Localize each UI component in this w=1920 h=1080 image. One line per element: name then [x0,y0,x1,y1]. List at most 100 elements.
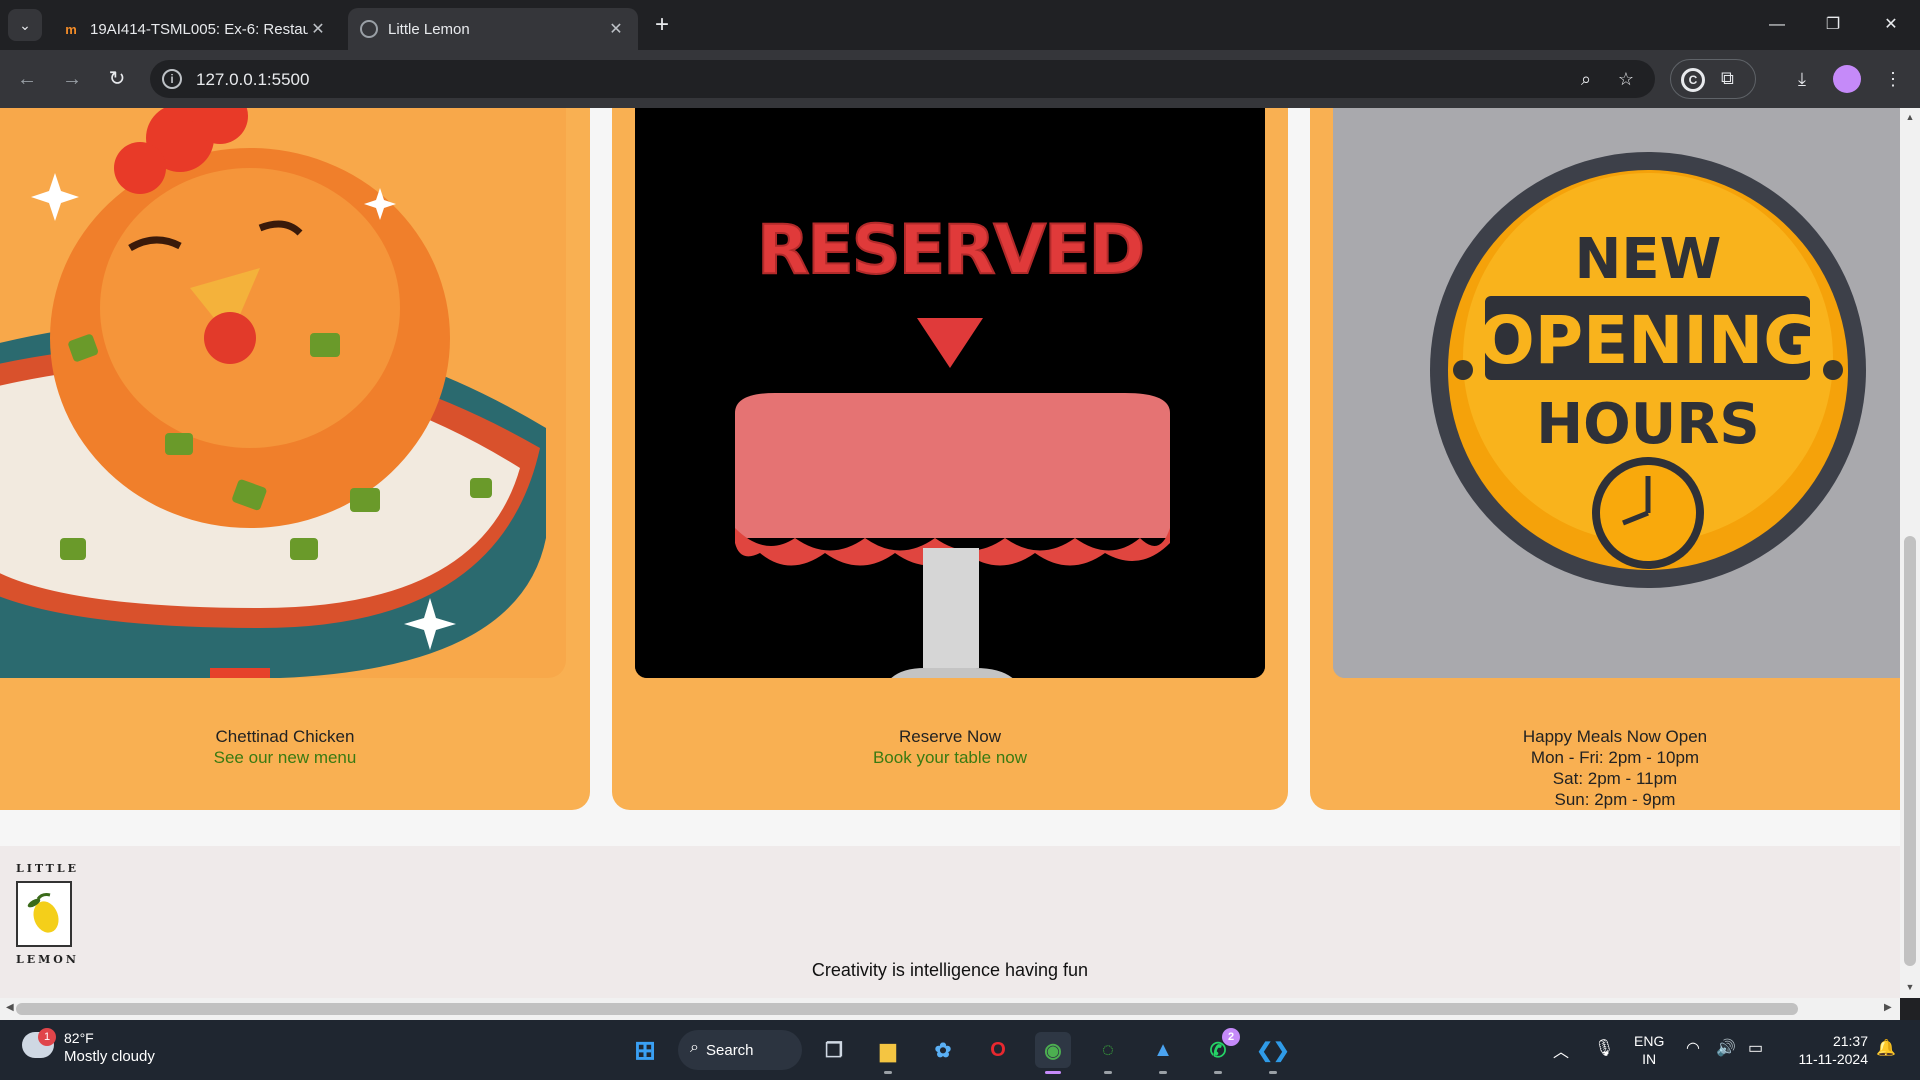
page-viewport: Chettinad Chicken See our new menu RESER… [0,108,1900,998]
chrome-icon[interactable]: ◉ [1035,1032,1071,1074]
tab-moodle[interactable]: m 19AI414-TSML005: Ex-6: Restau ✕ [50,8,340,50]
card-caption: Reserve Now Book your table now [612,726,1288,768]
svg-text:RESERVED: RESERVED [757,211,1143,290]
card-caption: Happy Meals Now Open Mon - Fri: 2pm - 10… [1310,726,1900,810]
card-title: Happy Meals Now Open [1522,727,1708,746]
copilot-icon[interactable]: ✿ [925,1032,961,1068]
see-menu-link[interactable]: See our new menu [0,747,590,768]
book-table-link[interactable]: Book your table now [612,747,1288,768]
chicken-rice-bowl-image [0,108,566,678]
tab-little-lemon[interactable]: Little Lemon ✕ [348,8,638,50]
hours-sunday: Sun: 2pm - 9pm [1554,790,1676,809]
minimize-icon[interactable]: — [1762,10,1792,40]
running-indicator [1159,1071,1167,1074]
vscode-icon[interactable]: ❮❯ [1255,1032,1291,1074]
language-indicator[interactable]: ENG IN [1634,1032,1664,1068]
windows-start-icon[interactable]: ⊞ [627,1032,663,1068]
svg-text:NEW: NEW [1575,227,1722,292]
opening-hours-image: NEW OPENING HOURS [1333,108,1900,678]
forward-icon[interactable]: → [57,64,87,94]
card-title: Chettinad Chicken [215,727,355,746]
tab-search-button[interactable]: ⌄ [8,9,42,41]
site-info-icon[interactable]: i [162,69,182,89]
horizontal-scroll-thumb[interactable] [16,1003,1798,1015]
scroll-up-icon[interactable]: ▲ [1900,112,1920,122]
card-opening-hours: NEW OPENING HOURS Happy Meals Now Open M… [1310,108,1900,810]
scroll-right-icon[interactable]: ▶ [1884,1002,1892,1013]
lemon-icon [16,881,72,947]
address-bar[interactable]: i 127.0.0.1:5500 ⌕ ☆ [150,60,1655,98]
menu-kebab-icon[interactable]: ⋮ [1878,64,1908,94]
extension-c-icon[interactable]: C [1681,68,1705,92]
browser-tab-strip: ⌄ m 19AI414-TSML005: Ex-6: Restau ✕ Litt… [0,0,1920,50]
horizontal-scrollbar[interactable]: ◀ ▶ [0,998,1900,1020]
close-tab-icon[interactable]: ✕ [606,19,626,39]
volume-icon[interactable]: 🔊 [1716,1038,1736,1058]
card-caption: Chettinad Chicken See our new menu [0,726,590,768]
system-clock[interactable]: 21:37 11-11-2024 [1784,1032,1868,1068]
weather-badge: 1 [38,1028,56,1046]
globe-icon [360,20,378,38]
little-lemon-logo[interactable]: LITTLE LEMON [16,862,79,966]
scroll-down-icon[interactable]: ▼ [1900,982,1920,992]
weather-condition: Mostly cloudy [64,1048,155,1065]
scroll-left-icon[interactable]: ◀ [6,1002,14,1013]
close-tab-icon[interactable]: ✕ [308,19,328,39]
card-chettinad-chicken: Chettinad Chicken See our new menu [0,108,590,810]
browser-toolbar: ← → ↻ i 127.0.0.1:5500 ⌕ ☆ C ⧉ ⤓ ⋮ [0,50,1920,108]
windows-taskbar: 1 82°F Mostly cloudy ⊞ ⌕ Search ❐ ▆ ✿ O … [0,1020,1920,1080]
wifi-icon[interactable]: ◠ [1686,1038,1700,1058]
url-text[interactable]: 127.0.0.1:5500 [196,70,309,90]
footer-tagline: Creativity is intelligence having fun [811,960,1089,980]
task-view-icon[interactable]: ❐ [816,1032,852,1068]
zoom-icon[interactable]: ⌕ [1574,67,1598,91]
running-indicator [884,1071,892,1074]
clock-date: 11-11-2024 [1798,1051,1868,1067]
file-explorer-icon[interactable]: ▆ [870,1032,906,1074]
language-code: ENG [1634,1033,1665,1049]
search-icon: ⌕ [690,1039,699,1056]
vertical-scrollbar[interactable]: ▲ ▼ [1900,108,1920,998]
new-tab-button[interactable]: + [648,12,676,40]
restore-icon[interactable]: ❐ [1818,10,1848,40]
logo-text-top: LITTLE [16,862,79,875]
photos-app-icon[interactable]: ▲ [1145,1032,1181,1074]
download-icon[interactable]: ⤓ [1787,64,1817,94]
battery-icon[interactable]: ▭ [1748,1038,1763,1058]
page-footer: LITTLE LEMON Creativity is intelligence … [0,846,1900,998]
tab-title: 19AI414-TSML005: Ex-6: Restau [90,20,308,38]
chevron-up-icon[interactable]: ︿ [1553,1038,1569,1062]
card-reserve-now: RESERVED Reserve Now Book your table now [612,108,1288,810]
svg-text:HOURS: HOURS [1536,392,1759,457]
tab-title: Little Lemon [388,20,470,38]
search-label: Search [706,1041,754,1059]
hours-weekday: Mon - Fri: 2pm - 10pm [1530,748,1700,767]
moodle-icon: m [65,21,77,37]
opera-icon[interactable]: O [980,1032,1016,1068]
microphone-icon[interactable]: 🎙 [1594,1038,1614,1058]
region-code: IN [1642,1051,1657,1067]
svg-text:OPENING: OPENING [1479,302,1818,379]
vertical-scroll-thumb[interactable] [1904,536,1916,966]
running-indicator [1104,1071,1112,1074]
whatsapp-icon[interactable]: ✆ 2 [1200,1028,1240,1074]
clock-time: 21:37 [1832,1033,1868,1049]
extensions-puzzle-icon[interactable]: ⧉ [1721,68,1734,89]
reload-icon[interactable]: ↻ [102,64,132,94]
taskbar-search[interactable]: ⌕ Search [678,1030,802,1070]
running-indicator [1269,1071,1277,1074]
card-title: Reserve Now [898,727,1002,746]
reserved-table-image: RESERVED [635,108,1265,678]
hours-saturday: Sat: 2pm - 11pm [1552,769,1678,788]
extensions-group: C ⧉ [1670,59,1756,99]
weather-temp: 82°F [64,1030,94,1046]
loading-ring-icon[interactable]: ◌ [1090,1032,1126,1074]
whatsapp-badge: 2 [1222,1028,1240,1046]
running-indicator [1214,1071,1222,1074]
active-indicator [1045,1071,1061,1074]
back-icon[interactable]: ← [12,64,42,94]
close-window-icon[interactable]: ✕ [1876,10,1906,40]
bookmark-star-icon[interactable]: ☆ [1614,67,1638,91]
profile-avatar[interactable] [1833,65,1861,93]
notification-icon[interactable]: 🔔 [1876,1038,1896,1058]
